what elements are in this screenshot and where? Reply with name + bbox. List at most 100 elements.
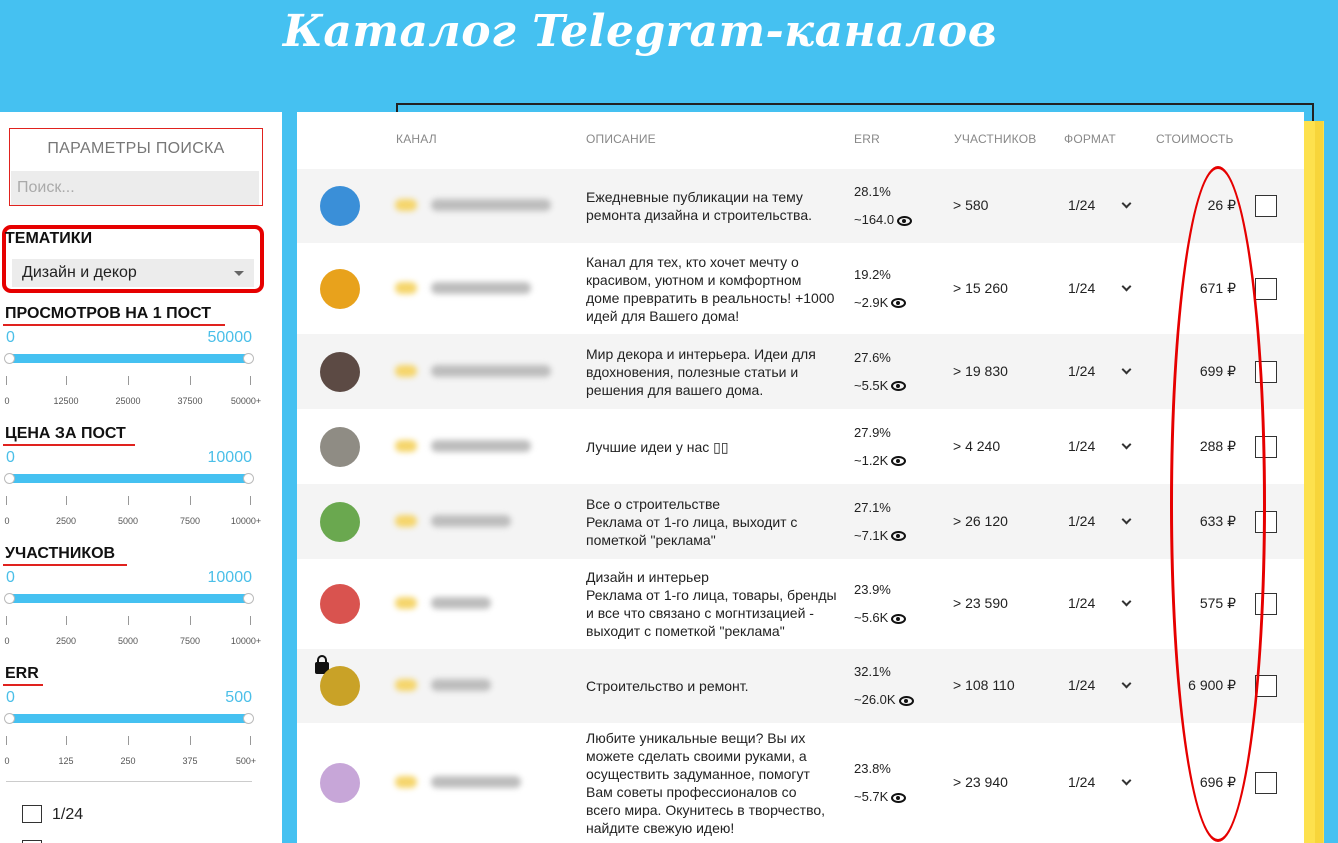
- range-slider-track[interactable]: [4, 353, 254, 364]
- channel-avatar[interactable]: [320, 268, 360, 309]
- format-value[interactable]: 1/24: [1068, 774, 1095, 790]
- views-cell: ~26.0K: [854, 686, 914, 714]
- channel-avatar[interactable]: [320, 186, 360, 226]
- select-channel-checkbox[interactable]: [1255, 772, 1277, 794]
- page-title: Каталог Telegram-каналов: [282, 6, 998, 57]
- err-value: 27.1%: [854, 499, 891, 515]
- range-slider-track[interactable]: [4, 473, 254, 484]
- slider-tick-label: 125: [58, 756, 74, 766]
- views-value: ~1.2K: [854, 452, 889, 468]
- channel-name-blurred[interactable]: [395, 679, 491, 693]
- views-value: ~7.1K: [854, 527, 889, 543]
- range-handle-min[interactable]: [4, 593, 15, 604]
- search-input[interactable]: [11, 171, 259, 205]
- chevron-down-icon[interactable]: [1121, 281, 1132, 291]
- range-handle-max[interactable]: [243, 473, 254, 484]
- channel-name: [431, 776, 521, 788]
- slider-tick-label: 12500: [53, 396, 79, 406]
- header-members[interactable]: УЧАСТНИКОВ: [954, 132, 1036, 146]
- range-handle-max[interactable]: [243, 713, 254, 724]
- format-value[interactable]: 1/24: [1068, 595, 1095, 611]
- table-row: Ежедневные публикации на тему ремонта ди…: [297, 169, 1304, 243]
- views-cell: ~7.1K: [854, 522, 907, 550]
- format-checkbox[interactable]: [22, 805, 42, 823]
- range-slider-track[interactable]: [4, 593, 254, 604]
- chevron-down-icon[interactable]: [1121, 198, 1132, 209]
- range-handle-max[interactable]: [243, 593, 254, 604]
- chevron-down-icon[interactable]: [1121, 514, 1132, 524]
- views-cell: ~5.7K: [854, 783, 907, 811]
- range-max-value: 500: [225, 689, 252, 706]
- format-value[interactable]: 1/24: [1068, 363, 1095, 379]
- header-format: ФОРМАТ: [1064, 132, 1116, 146]
- channel-description: Любите уникальные вещи? Вы их можете сде…: [586, 730, 826, 836]
- format-value[interactable]: 1/24: [1068, 677, 1095, 693]
- slider-tick-label: 2500: [55, 516, 77, 526]
- range-handle-max[interactable]: [243, 353, 254, 364]
- chevron-down-icon[interactable]: [1121, 439, 1132, 449]
- range-handle-min[interactable]: [4, 473, 15, 484]
- slider-tick: [66, 616, 67, 625]
- range-handle-min[interactable]: [4, 713, 15, 724]
- decorative-top-line: [396, 103, 1314, 105]
- select-channel-checkbox[interactable]: [1255, 195, 1277, 217]
- channel-name-blurred[interactable]: [395, 776, 521, 790]
- channel-rating: [395, 597, 417, 609]
- channel-name-blurred[interactable]: [395, 281, 531, 296]
- channel-rating: [395, 439, 417, 452]
- format-value[interactable]: 1/24: [1068, 280, 1095, 296]
- err-cell: 27.6% ~5.5K: [854, 344, 907, 400]
- topics-title: ТЕМАТИКИ: [5, 230, 93, 247]
- channel-name-blurred[interactable]: [395, 514, 511, 529]
- table-row: Лучшие идеи у нас ▯▯ 27.9% ~1.2K > 4 240…: [297, 409, 1304, 484]
- slider-tick: [6, 736, 7, 745]
- channel-avatar[interactable]: [320, 351, 360, 392]
- header-description: ОПИСАНИЕ: [586, 132, 656, 146]
- slider-tick: [128, 736, 129, 745]
- chevron-down-icon[interactable]: [1121, 364, 1132, 374]
- format-value[interactable]: 1/24: [1068, 197, 1095, 213]
- range-handle-min[interactable]: [4, 353, 15, 364]
- filter-title: ERR: [5, 665, 39, 682]
- filter-title: ПРОСМОТРОВ НА 1 ПОСТ: [5, 305, 211, 322]
- err-value: 28.1%: [854, 184, 891, 199]
- search-box: ПАРАМЕТРЫ ПОИСКА: [9, 128, 263, 206]
- views-cell: ~2.9K: [854, 289, 907, 317]
- chevron-down-icon[interactable]: [1121, 775, 1132, 786]
- views-value: ~26.0K: [854, 692, 896, 707]
- header-channel[interactable]: КАНАЛ: [396, 132, 437, 146]
- channel-name-blurred[interactable]: [395, 597, 491, 611]
- channel-name-blurred[interactable]: [395, 364, 551, 379]
- channel-name: [431, 679, 491, 691]
- eye-icon: [891, 613, 907, 624]
- header-err[interactable]: ERR: [854, 132, 880, 146]
- slider-tick: [250, 496, 251, 505]
- channel-name: [431, 597, 491, 609]
- channel-description: Лучшие идеи у нас ▯▯: [586, 438, 729, 455]
- channel-name-blurred[interactable]: [395, 439, 531, 454]
- range-max-value: 10000: [207, 569, 253, 586]
- members-value: > 23 940: [953, 774, 1008, 790]
- slider-tick: [66, 496, 67, 505]
- topics-select[interactable]: Дизайн и декор: [12, 259, 254, 287]
- range-slider-track[interactable]: [4, 713, 254, 724]
- format-value[interactable]: 1/24: [1068, 438, 1095, 454]
- slider-tick: [6, 376, 7, 385]
- chevron-down-icon[interactable]: [1121, 596, 1132, 607]
- header-cost[interactable]: СТОИМОСТЬ: [1156, 132, 1234, 146]
- format-value[interactable]: 1/24: [1068, 513, 1095, 529]
- channel-avatar[interactable]: [320, 666, 360, 706]
- table-row: Мир декора и интерьера. Идеи для вдохнов…: [297, 334, 1304, 409]
- channel-name-blurred[interactable]: [395, 199, 551, 213]
- channel-avatar[interactable]: [320, 763, 360, 803]
- channel-avatar[interactable]: [320, 501, 360, 542]
- channel-rating: [395, 281, 417, 294]
- select-channel-checkbox[interactable]: [1255, 277, 1277, 300]
- chevron-down-icon[interactable]: [1121, 678, 1132, 689]
- slider-tick-label: 50000+: [230, 396, 262, 406]
- slider-tick-label: 10000+: [230, 636, 262, 646]
- channel-avatar[interactable]: [320, 426, 360, 467]
- eye-icon: [898, 695, 914, 706]
- views-value: ~5.5K: [854, 377, 889, 393]
- channel-avatar[interactable]: [320, 584, 360, 624]
